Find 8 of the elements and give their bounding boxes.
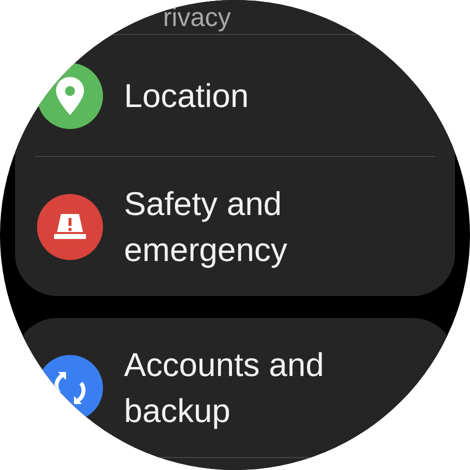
setting-label: Accounts and backup [124, 344, 325, 431]
settings-item[interactable]: rivacy [15, 0, 455, 34]
settings-item[interactable]: Safety and emergency [15, 157, 455, 296]
settings-item[interactable]: Location [15, 35, 455, 156]
setting-label: Safety and emergency [124, 184, 288, 270]
setting-label: Location [124, 76, 250, 116]
settings-item[interactable]: Accounts and backup [15, 318, 455, 457]
setting-label: rivacy [163, 2, 232, 32]
